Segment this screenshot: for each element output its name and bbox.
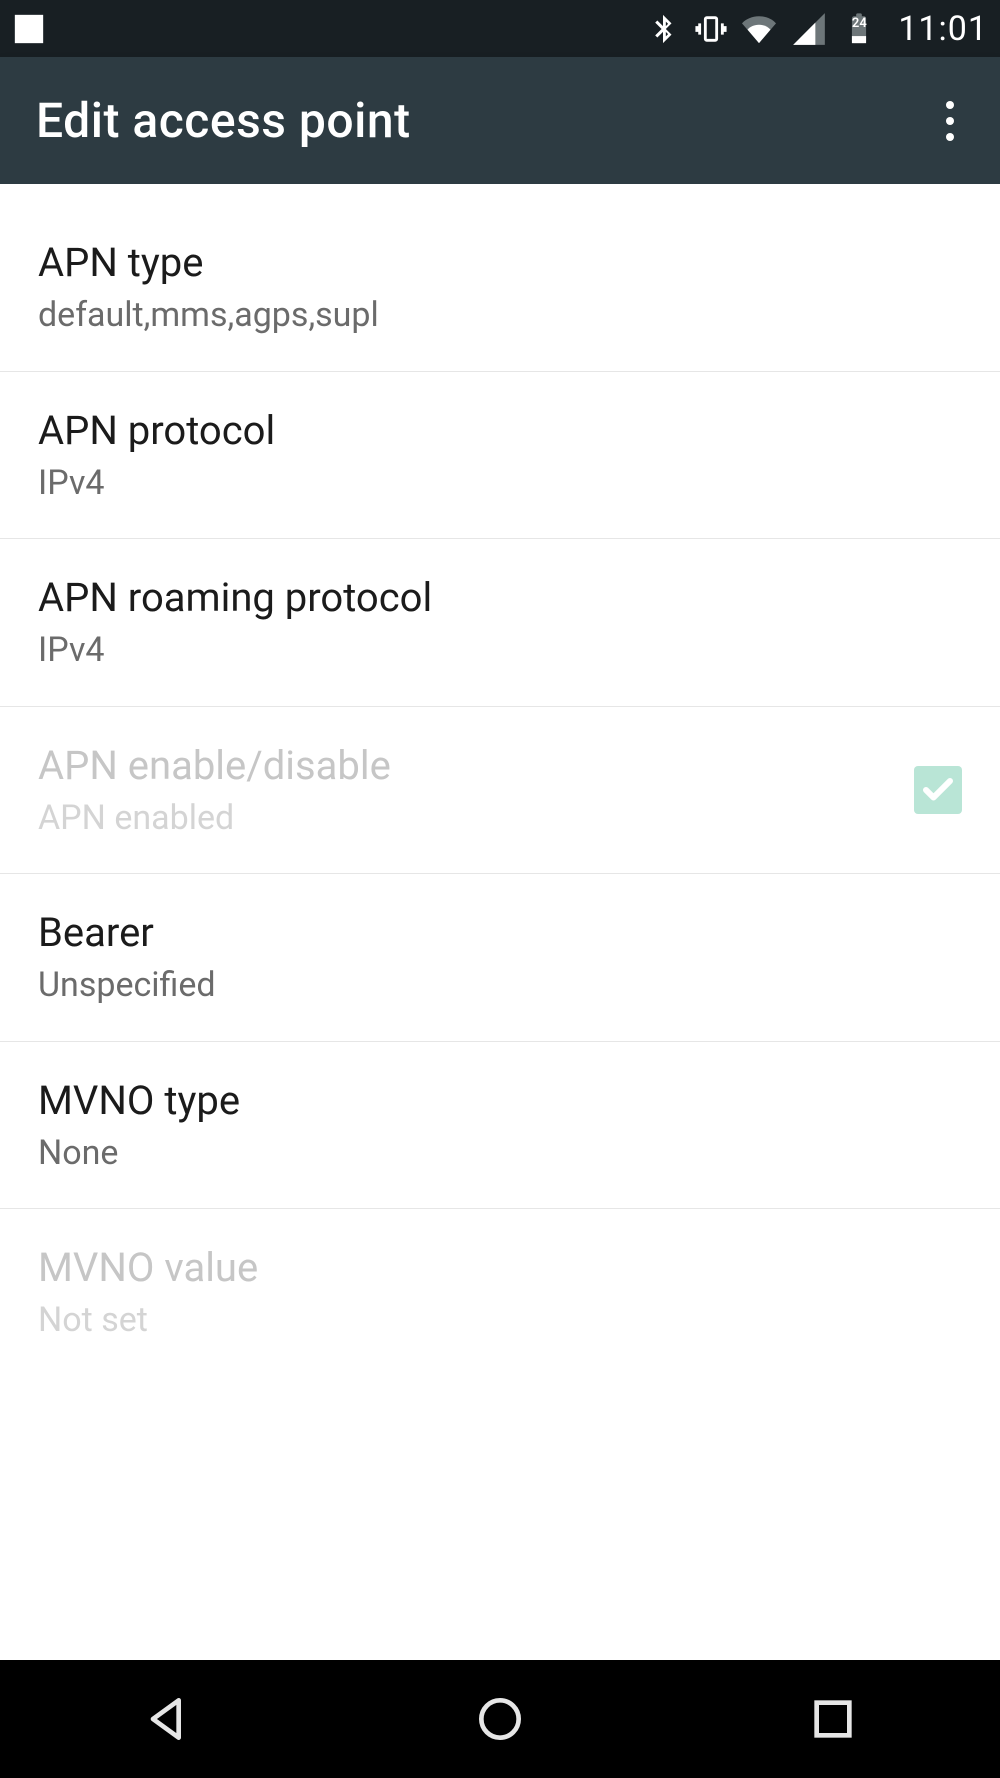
dot-icon: [946, 101, 954, 109]
navigation-bar: [0, 1660, 1000, 1778]
row-texts: MVNO type None: [38, 1076, 240, 1175]
row-texts: APN protocol IPv4: [38, 406, 275, 505]
row-subtitle: IPv4: [38, 462, 275, 505]
image-notification-icon: [12, 12, 46, 46]
row-subtitle: None: [38, 1132, 240, 1175]
screen: 24 11:01 Edit access point APN type defa…: [0, 0, 1000, 1778]
row-subtitle: Not set: [38, 1299, 258, 1342]
row-texts: Bearer Unspecified: [38, 908, 216, 1007]
row-apn-enable-disable: APN enable/disable APN enabled: [0, 707, 1000, 875]
status-right: 24 11:01: [646, 9, 988, 49]
row-texts: APN roaming protocol IPv4: [38, 573, 432, 672]
row-mvno-type[interactable]: MVNO type None: [0, 1042, 1000, 1210]
bluetooth-icon: [646, 12, 680, 46]
row-texts: APN enable/disable APN enabled: [38, 741, 391, 840]
recents-icon: [805, 1691, 861, 1747]
wifi-icon: [742, 12, 776, 46]
overflow-menu-button[interactable]: [936, 91, 964, 151]
row-subtitle: APN enabled: [38, 797, 391, 840]
row-title: MVNO type: [38, 1076, 240, 1126]
dot-icon: [946, 133, 954, 141]
row-title: APN type: [38, 238, 379, 288]
apn-enabled-checkbox: [914, 766, 962, 814]
settings-list: APN type default,mms,agps,supl APN proto…: [0, 184, 1000, 1660]
recents-button[interactable]: [797, 1683, 869, 1755]
row-title: APN protocol: [38, 406, 275, 456]
back-button[interactable]: [131, 1683, 203, 1755]
row-bearer[interactable]: Bearer Unspecified: [0, 874, 1000, 1042]
row-apn-type[interactable]: APN type default,mms,agps,supl: [0, 184, 1000, 372]
row-mvno-value: MVNO value Not set: [0, 1209, 1000, 1376]
home-button[interactable]: [464, 1683, 536, 1755]
cell-signal-icon: [790, 10, 828, 48]
row-texts: APN type default,mms,agps,supl: [38, 238, 379, 337]
app-bar: Edit access point: [0, 57, 1000, 184]
row-subtitle: default,mms,agps,supl: [38, 294, 379, 337]
row-subtitle: Unspecified: [38, 964, 216, 1007]
check-icon: [920, 772, 956, 808]
home-icon: [472, 1691, 528, 1747]
row-apn-roaming-protocol[interactable]: APN roaming protocol IPv4: [0, 539, 1000, 707]
row-apn-protocol[interactable]: APN protocol IPv4: [0, 372, 1000, 540]
status-bar: 24 11:01: [0, 0, 1000, 57]
row-title: APN roaming protocol: [38, 573, 432, 623]
page-title: Edit access point: [36, 92, 411, 149]
battery-level-label: 24: [842, 16, 876, 31]
row-title: Bearer: [38, 908, 216, 958]
status-left: [12, 12, 46, 46]
back-icon: [139, 1691, 195, 1747]
vibrate-icon: [694, 12, 728, 46]
status-time: 11:01: [898, 9, 988, 49]
row-texts: MVNO value Not set: [38, 1243, 258, 1342]
row-title: APN enable/disable: [38, 741, 391, 791]
dot-icon: [946, 117, 954, 125]
row-subtitle: IPv4: [38, 629, 432, 672]
row-title: MVNO value: [38, 1243, 258, 1293]
battery-icon: 24: [842, 12, 876, 46]
